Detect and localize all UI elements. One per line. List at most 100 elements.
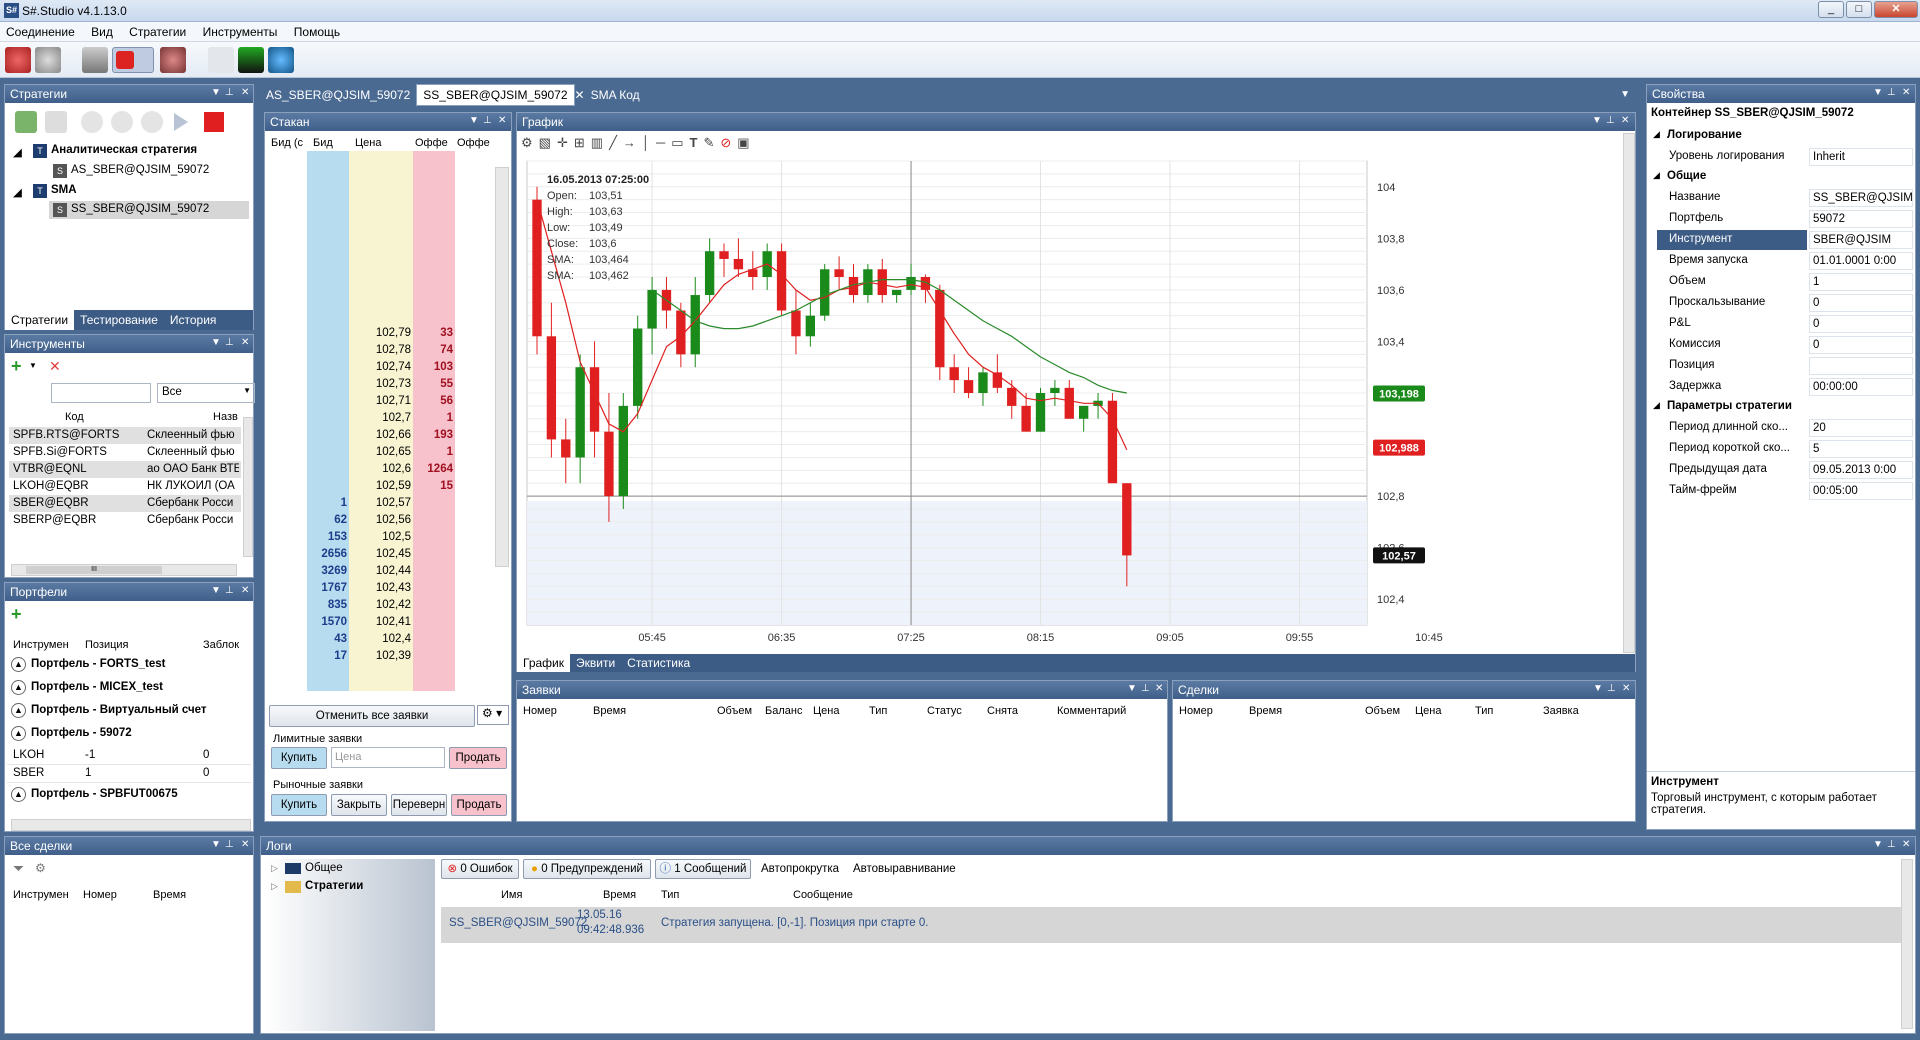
portfolio-group[interactable]: ▲ Портфель - SPBFUT00675 (7, 785, 251, 805)
col-instrument[interactable]: Инструмен (13, 889, 69, 901)
tree-expander-icon[interactable]: ◢ (13, 185, 22, 199)
property-row[interactable]: P&L 0 (1647, 314, 1915, 334)
tree-expander-icon[interactable]: ▷ (271, 863, 278, 874)
settings-gear-icon[interactable] (35, 47, 61, 73)
property-value[interactable]: 00:00:00 (1809, 378, 1913, 396)
menu-help[interactable]: Помощь (288, 22, 347, 39)
connect-icon[interactable] (5, 47, 31, 73)
tab-statistics[interactable]: Статистика (621, 654, 696, 672)
instruments-hscrollbar[interactable]: III (11, 564, 237, 576)
pin-icon[interactable]: ⊥ (225, 337, 234, 348)
panel-dropdown-icon[interactable]: ▼ (211, 87, 221, 98)
reverse-position-button[interactable]: Переверн (391, 794, 447, 816)
col-ask-own[interactable]: Оффе (457, 137, 490, 149)
pin-icon[interactable]: ⊥ (225, 585, 234, 596)
instrument-filter-select[interactable]: Все ▼ (157, 383, 255, 403)
close-icon[interactable]: ✕ (1155, 683, 1163, 694)
filter-settings-icon[interactable]: ⚙ (35, 861, 46, 875)
save-icon[interactable]: ▣ (737, 135, 755, 150)
collapse-icon[interactable]: ▲ (11, 726, 26, 741)
position-row[interactable]: LKOH -1 0 (7, 747, 251, 765)
orders-col-header[interactable]: Статус (927, 705, 962, 717)
portfolios-hscrollbar[interactable] (11, 819, 251, 831)
orderbook-row[interactable]: 43 102,4 (265, 631, 493, 648)
limit-buy-button[interactable]: Купить (271, 747, 327, 769)
scrollbar-thumb[interactable]: III (26, 566, 162, 574)
col-time[interactable]: Время (153, 889, 186, 901)
property-value[interactable]: SBER@QJSIM (1809, 231, 1913, 249)
tabs-dropdown-icon[interactable]: ▼ (1614, 86, 1636, 103)
close-icon[interactable]: ✕ (1902, 839, 1910, 850)
orderbook-row[interactable]: 835 102,42 (265, 597, 493, 614)
deals-col-header[interactable]: Заявка (1543, 705, 1579, 717)
menu-view[interactable]: Вид (85, 22, 120, 39)
instrument-row[interactable]: SBER@EQBR Сбербанк Росси (9, 495, 241, 512)
orderbook-row[interactable]: 17 102,39 (265, 648, 493, 665)
portfolio-group[interactable]: ▲ Портфель - Виртуальный счет (7, 701, 251, 721)
tree-item-sma[interactable]: SMA (51, 184, 77, 196)
collapse-icon[interactable]: ◢ (1653, 170, 1660, 181)
orderbook-row[interactable]: 102,78 74 (265, 342, 493, 359)
doc-tab-as-sber[interactable]: AS_SBER@QJSIM_59072 (260, 85, 416, 105)
tree-item-analytic[interactable]: Аналитическая стратегия (51, 144, 197, 156)
log-row[interactable]: SS_SBER@QJSIM_59072 13.05.16 09:42:48.93… (441, 907, 1901, 943)
col-number[interactable]: Номер (83, 889, 117, 901)
orders-col-header[interactable]: Объем (717, 705, 752, 717)
filter-icon[interactable]: ⏷ (13, 860, 24, 877)
pin-icon[interactable]: ⊥ (225, 87, 234, 98)
property-value[interactable]: 09.05.2013 0:00 (1809, 461, 1913, 479)
add-instrument-icon[interactable]: + (11, 357, 25, 375)
panel-dropdown-icon[interactable]: ▼ (1873, 87, 1883, 98)
instrument-row[interactable]: SPFB.Si@FORTS Склеенный фью (9, 444, 241, 461)
col-message[interactable]: Сообщение (793, 889, 853, 901)
orderbook-row[interactable]: 102,71 56 (265, 393, 493, 410)
position-row[interactable]: SBER 1 0 (7, 765, 251, 783)
minimize-button[interactable]: _ (1818, 1, 1844, 18)
text-tool-icon[interactable]: T (690, 135, 704, 150)
panel-dropdown-icon[interactable]: ▼ (1127, 683, 1137, 694)
panel-dropdown-icon[interactable]: ▼ (1873, 839, 1883, 850)
refresh-icon[interactable] (141, 111, 163, 133)
property-row[interactable]: Инструмент SBER@QJSIM (1647, 230, 1915, 250)
property-value[interactable]: 0 (1809, 294, 1913, 312)
property-row[interactable]: Предыдущая дата 09.05.2013 0:00 (1647, 460, 1915, 480)
limit-sell-button[interactable]: Продать (449, 747, 507, 769)
tree-item-general[interactable]: Общее (305, 862, 343, 874)
globe-icon[interactable] (268, 47, 294, 73)
panel-dropdown-icon[interactable]: ▼ (1592, 115, 1602, 126)
orderbook-row[interactable]: 102,66 193 (265, 427, 493, 444)
instrument-row[interactable]: LKOH@EQBR НК ЛУКОЙЛ (ОА (9, 478, 241, 495)
orderbook-row[interactable]: 153 102,5 (265, 529, 493, 546)
panel-dropdown-icon[interactable]: ▼ (211, 839, 221, 850)
orderbook-settings-icon[interactable]: ⚙ ▾ (477, 705, 509, 725)
remove-strategy-icon[interactable] (45, 111, 67, 133)
warnings-filter-button[interactable]: ● 0 Предупреждений (523, 859, 651, 879)
logs-vscrollbar[interactable] (1901, 859, 1913, 1029)
arrow-tool-icon[interactable]: → (623, 135, 642, 150)
collapse-icon[interactable]: ▲ (11, 703, 26, 718)
pin-icon[interactable]: ⊥ (225, 839, 234, 850)
instrument-search-input[interactable] (51, 383, 151, 403)
col-code[interactable]: Код (65, 411, 84, 423)
hline-tool-icon[interactable]: ─ (656, 135, 671, 150)
deals-col-header[interactable]: Цена (1415, 705, 1441, 717)
tab-chart[interactable]: График (517, 654, 570, 672)
property-row[interactable]: Тайм-фрейм 00:05:00 (1647, 481, 1915, 501)
remove-instrument-icon[interactable]: ✕ (49, 359, 61, 373)
autoscroll-toggle[interactable]: Автопрокрутка (761, 863, 839, 875)
col-time[interactable]: Время (603, 889, 636, 901)
property-row[interactable]: Период длинной ско... 20 (1647, 418, 1915, 438)
orderbook-vscrollbar[interactable] (495, 167, 509, 567)
candles-icon[interactable]: ▥ (591, 135, 609, 150)
property-value[interactable]: SS_SBER@QJSIM_5 (1809, 189, 1913, 207)
property-value[interactable]: 00:05:00 (1809, 482, 1913, 500)
orders-col-header[interactable]: Баланс (765, 705, 802, 717)
col-bid[interactable]: Бид (313, 137, 333, 149)
cancel-all-orders-button[interactable]: Отменить все заявки (269, 705, 475, 727)
vline-tool-icon[interactable]: │ (642, 135, 656, 150)
doc-tab-sma-code[interactable]: SMA Код (585, 85, 646, 105)
property-value[interactable]: 5 (1809, 440, 1913, 458)
menu-strategies[interactable]: Стратегии (123, 22, 193, 39)
property-row[interactable]: Объем 1 (1647, 272, 1915, 292)
pin-icon[interactable]: ⊥ (483, 115, 492, 126)
